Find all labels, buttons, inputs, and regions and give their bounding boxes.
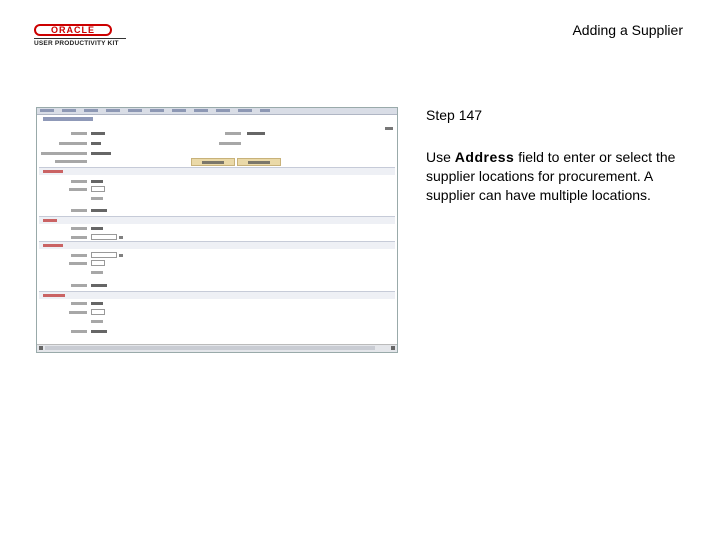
- screenshot-help-link: [385, 127, 393, 130]
- screenshot-nav-bar: [37, 108, 397, 115]
- screenshot-page-title: [43, 117, 93, 121]
- instruction-field-name: Address: [454, 149, 515, 165]
- instruction-prefix: Use: [426, 149, 455, 165]
- screenshot-horizontal-scrollbar: [37, 344, 397, 352]
- application-screenshot: [36, 107, 398, 353]
- oracle-logo-wordmark: ORACLE: [34, 24, 112, 36]
- step-instruction: Use Address field to enter or select the…: [426, 148, 688, 205]
- logo-divider: [34, 38, 126, 39]
- page-title: Adding a Supplier: [572, 22, 683, 38]
- logo-subtitle: USER PRODUCTIVITY KIT: [34, 40, 119, 47]
- oracle-upk-logo: ORACLE USER PRODUCTIVITY KIT: [34, 24, 126, 48]
- step-number: Step 147: [426, 107, 483, 123]
